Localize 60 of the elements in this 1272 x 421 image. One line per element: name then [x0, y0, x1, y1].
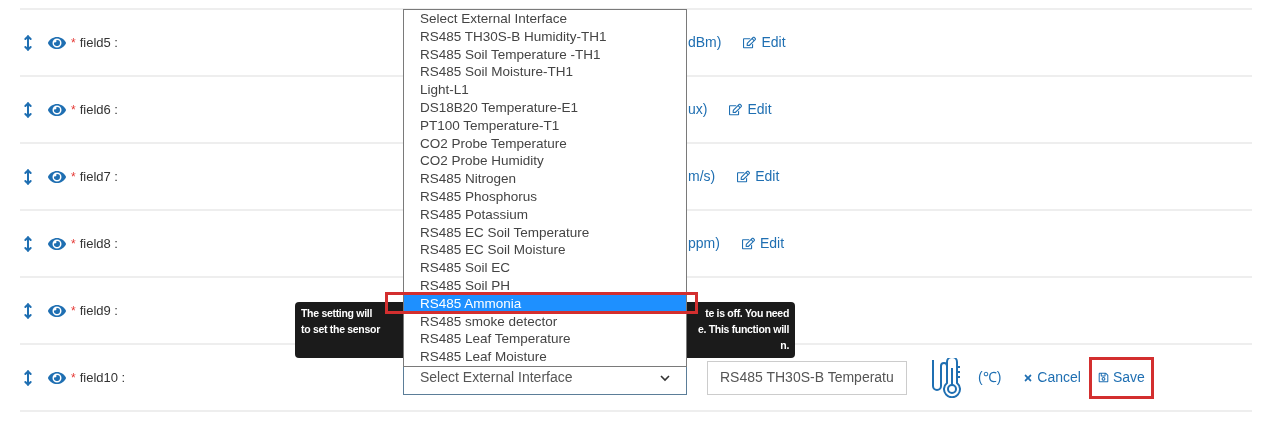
save-button[interactable]: Save — [1088, 356, 1154, 399]
close-icon — [1023, 372, 1034, 383]
edit-link[interactable]: Edit — [743, 32, 786, 53]
dropdown-option[interactable]: Light-L1 — [404, 81, 686, 99]
edit-icon — [743, 36, 757, 49]
eye-icon[interactable] — [46, 302, 68, 319]
required-asterisk: * — [71, 369, 76, 387]
tooltip-text: te is off. You need — [705, 306, 789, 321]
edit-link[interactable]: Edit — [741, 233, 785, 254]
field-label: field10 : — [79, 368, 126, 387]
dropdown-option[interactable]: CO2 Probe Humidity — [404, 152, 686, 171]
dropdown-option[interactable]: Select External Interface — [404, 10, 686, 28]
required-asterisk: * — [71, 302, 76, 320]
required-asterisk: * — [71, 168, 76, 186]
dropdown-option[interactable]: RS485 Nitrogen — [404, 170, 686, 188]
dropdown-option[interactable]: RS485 EC Soil Moisture — [404, 241, 686, 260]
eye-icon[interactable] — [46, 34, 68, 51]
edit-link[interactable]: Edit — [737, 166, 780, 187]
eye-icon[interactable] — [46, 369, 68, 386]
dropdown-option[interactable]: RS485 Soil EC — [404, 259, 686, 277]
field-label: field5 : — [79, 33, 118, 52]
edit-icon — [729, 103, 743, 116]
field-label: field9 : — [79, 301, 118, 320]
dropdown-option[interactable]: RS485 Phosphorus — [404, 187, 686, 206]
dropdown-option[interactable]: RS485 Leaf Temperature — [404, 330, 686, 349]
eye-icon[interactable] — [46, 168, 68, 185]
tooltip-text: to set the sensor — [301, 322, 380, 337]
dropdown-option[interactable]: DS18B20 Temperature-E1 — [404, 99, 686, 117]
dropdown-option[interactable]: PT100 Temperature-T1 — [404, 116, 686, 135]
dropdown-option[interactable]: RS485 smoke detector — [404, 312, 686, 331]
unit-label: (℃) — [978, 368, 1002, 387]
edit-link[interactable]: Edit — [729, 99, 772, 120]
field-label: field8 : — [79, 234, 118, 253]
required-asterisk: * — [71, 101, 76, 119]
tooltip-text: n. — [780, 338, 789, 353]
field-label: field7 : — [79, 167, 118, 186]
required-asterisk: * — [71, 34, 76, 52]
unit-label: ux) — [688, 100, 708, 119]
tooltip-text: e. This function will — [697, 322, 789, 337]
sensor-name-field[interactable]: RS485 TH30S-B Temperatu — [707, 360, 907, 395]
eye-icon[interactable] — [46, 235, 68, 252]
unit-label: ppm) — [688, 234, 720, 253]
chevron-down-icon — [660, 373, 670, 382]
dropdown-option[interactable]: RS485 EC Soil Temperature — [404, 223, 686, 242]
edit-icon — [737, 170, 751, 183]
dropdown-option[interactable]: RS485 Soil PH — [404, 276, 686, 295]
thermometer-icon — [930, 357, 964, 398]
dropdown-option[interactable]: CO2 Probe Temperature — [404, 134, 686, 153]
required-asterisk: * — [71, 235, 76, 253]
cancel-button[interactable]: Cancel — [1023, 367, 1081, 388]
field-label: field6 : — [79, 100, 118, 119]
dropdown-option[interactable]: RS485 Soil Moisture-TH1 — [404, 63, 686, 82]
edit-icon — [741, 237, 755, 250]
eye-icon[interactable] — [46, 101, 68, 118]
dropdown-option[interactable]: RS485 Potassium — [404, 205, 686, 224]
unit-label: m/s) — [688, 167, 716, 186]
unit-label: dBm) — [688, 33, 722, 52]
dropdown-option[interactable]: RS485 Soil Temperature -TH1 — [404, 45, 686, 64]
tooltip-text: The setting will — [301, 306, 373, 321]
dropdown-option[interactable]: RS485 TH30S-B Humidity-TH1 — [404, 27, 686, 46]
